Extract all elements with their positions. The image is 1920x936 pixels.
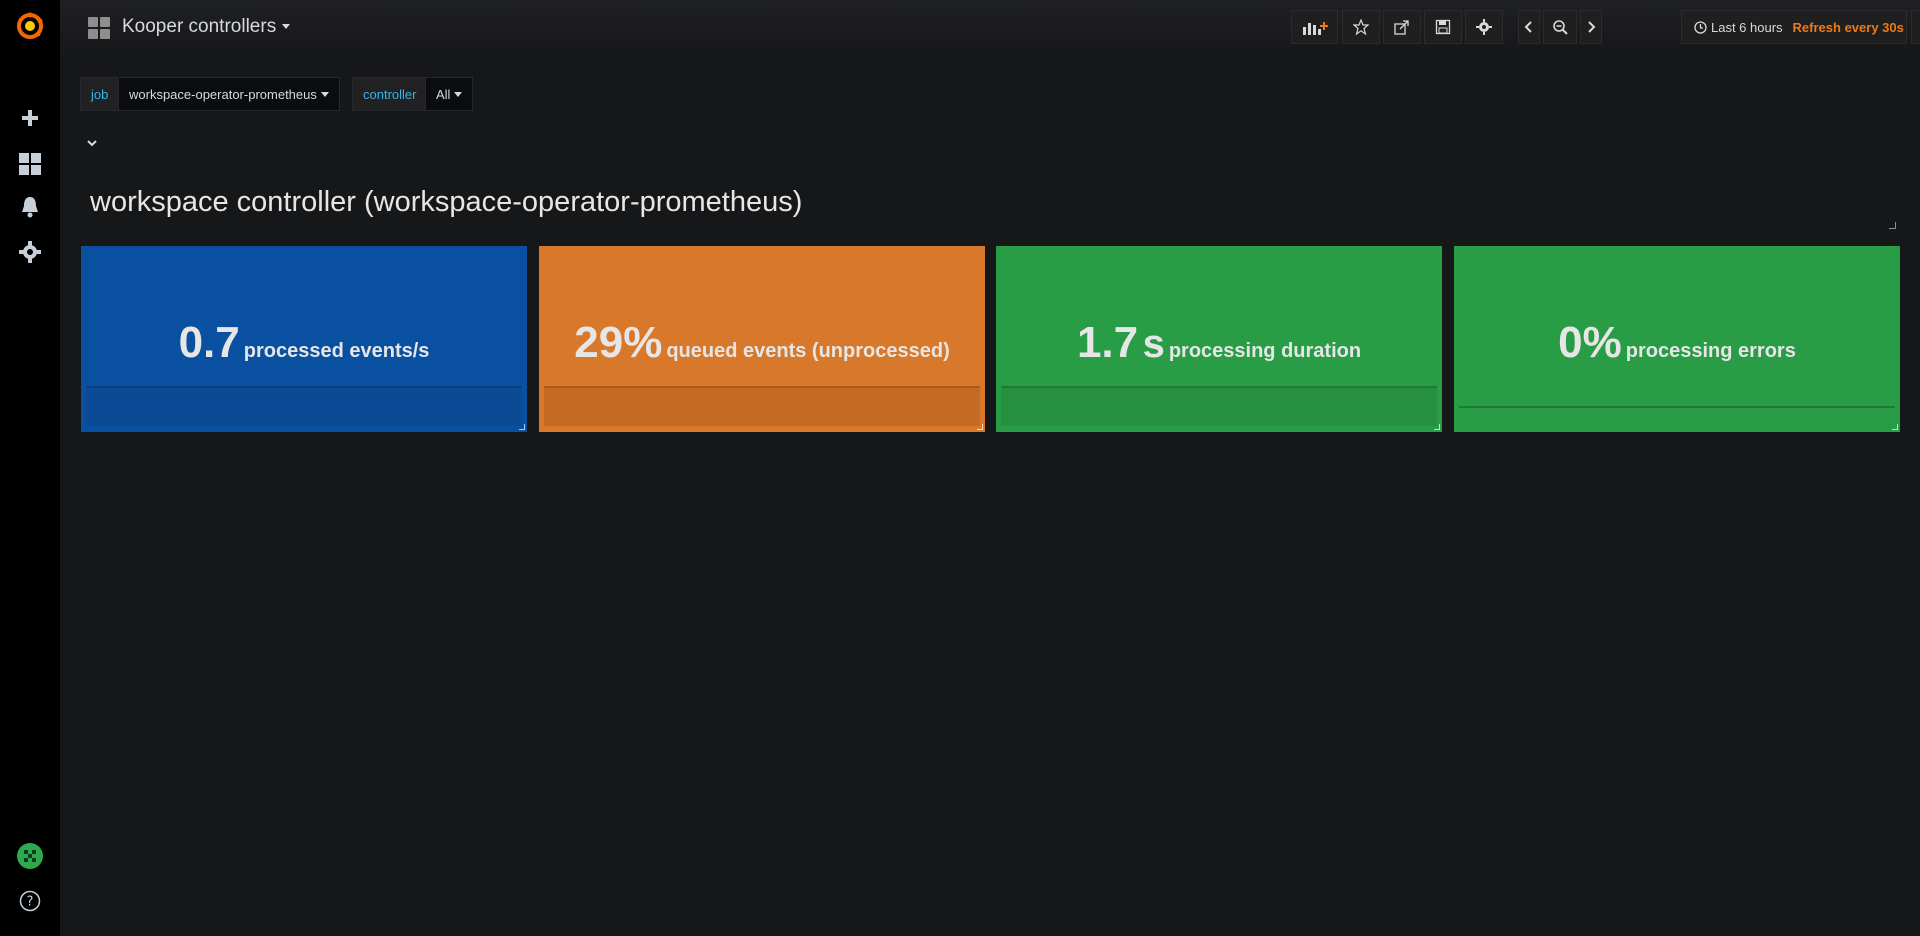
variable-value-controller: All — [436, 86, 451, 102]
time-range-picker[interactable]: Last 6 hours Refresh every 30s — [1681, 10, 1907, 44]
chevron-down-icon — [87, 140, 97, 147]
create-plus-icon[interactable] — [15, 103, 45, 133]
dashboard-title-picker[interactable]: Kooper controllers — [122, 16, 291, 38]
variable-label-controller: controller — [352, 77, 428, 111]
panel-value: 0% — [1558, 318, 1622, 367]
panel-label: processed events/s — [243, 340, 430, 362]
add-panel-icon — [1302, 22, 1328, 35]
refresh-interval-label: Refresh every 30s — [1792, 19, 1904, 35]
sparkline-fill — [544, 388, 980, 426]
panel-value: 1.7 — [1076, 318, 1139, 367]
chevron-down-icon — [282, 24, 291, 30]
chevron-down-icon — [454, 91, 463, 97]
sparkline — [1459, 406, 1895, 432]
variable-select-job[interactable]: workspace-operator-prometheus — [118, 77, 340, 111]
panel-value-line: 0% processing errors — [1454, 318, 1900, 368]
grafana-logo-icon[interactable] — [15, 11, 45, 41]
panel-label: processing duration — [1168, 340, 1362, 362]
panel-value-line: 0.7 processed events/s — [81, 318, 527, 368]
resize-handle-icon[interactable] — [519, 424, 525, 430]
dashboards-icon[interactable] — [15, 149, 45, 179]
panel-label: queued events (unprocessed) — [666, 340, 950, 362]
share-dashboard-button[interactable] — [1383, 10, 1421, 44]
dashboard-settings-button[interactable] — [1465, 10, 1503, 44]
panel-value: 29% — [574, 318, 663, 367]
variable-select-controller[interactable]: All — [425, 77, 474, 111]
refresh-button[interactable] — [1911, 10, 1920, 44]
svg-text:?: ? — [27, 895, 34, 910]
add-panel-button[interactable] — [1291, 10, 1338, 44]
dashboard-title: Kooper controllers — [122, 16, 277, 37]
variable-label-job: job — [80, 77, 120, 111]
resize-handle-icon[interactable] — [1892, 424, 1898, 430]
sparkline-fill — [1001, 388, 1437, 426]
time-shift-forward-button[interactable] — [1580, 10, 1602, 44]
clock-icon — [1694, 20, 1707, 34]
save-icon — [1435, 19, 1451, 35]
star-dashboard-button[interactable] — [1342, 10, 1380, 44]
panel-unit: s — [1142, 322, 1165, 366]
panel-value-line: 1.7 s processing duration — [996, 318, 1442, 368]
help-icon[interactable]: ? — [15, 886, 45, 916]
sparkline — [86, 386, 522, 426]
time-shift-back-button[interactable] — [1518, 10, 1540, 44]
stat-panel-processing-errors[interactable]: 0% processing errors — [1454, 246, 1900, 432]
panel-value: 0.7 — [178, 318, 240, 367]
zoom-out-button[interactable] — [1543, 10, 1577, 44]
panel-label: processing errors — [1625, 340, 1796, 362]
sparkline — [1001, 386, 1437, 426]
configuration-gear-icon[interactable] — [15, 237, 45, 267]
panel-value-line: 29% queued events (unprocessed) — [539, 318, 985, 368]
chevron-left-icon — [1524, 21, 1532, 33]
dashboard-grid-icon — [88, 17, 110, 44]
sidebar: ? — [0, 0, 60, 936]
save-dashboard-button[interactable] — [1424, 10, 1462, 44]
sparkline-fill — [86, 388, 522, 426]
sparkline-fill — [1459, 408, 1895, 432]
share-icon — [1394, 20, 1409, 35]
stat-panel-processing-duration[interactable]: 1.7 s processing duration — [996, 246, 1442, 432]
chevron-right-icon — [1588, 21, 1596, 33]
gear-icon — [1476, 19, 1492, 35]
time-range-label: Last 6 hours — [1711, 19, 1783, 35]
row-title: workspace controller (workspace-operator… — [90, 186, 803, 218]
resize-handle-icon[interactable] — [1434, 424, 1440, 430]
top-navbar: Kooper controllers Last 6 hours Refresh … — [60, 0, 1920, 56]
star-icon — [1353, 19, 1369, 35]
chevron-down-icon — [320, 91, 329, 97]
stat-panel-queued-events[interactable]: 29% queued events (unprocessed) — [539, 246, 985, 432]
stat-panel-processed-events[interactable]: 0.7 processed events/s — [81, 246, 527, 432]
sparkline — [544, 386, 980, 426]
resize-handle-icon[interactable] — [1889, 222, 1896, 229]
user-avatar[interactable] — [15, 841, 45, 871]
variable-value-job: workspace-operator-prometheus — [129, 86, 317, 102]
resize-handle-icon[interactable] — [977, 424, 983, 430]
zoom-out-icon — [1553, 20, 1568, 35]
row-collapse-toggle[interactable] — [86, 134, 98, 152]
alerting-bell-icon[interactable] — [15, 192, 45, 222]
